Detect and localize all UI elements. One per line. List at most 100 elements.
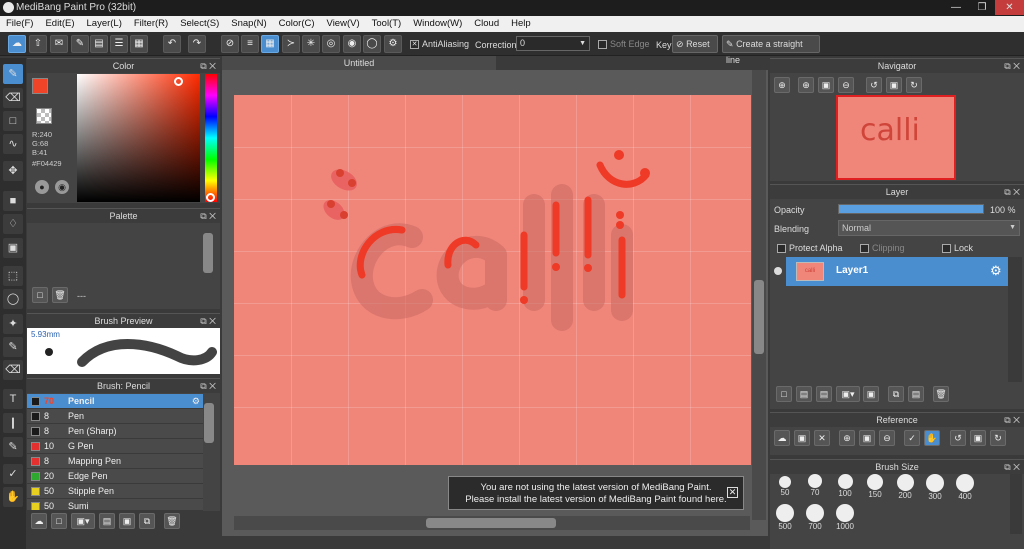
- reference-eyedropper-icon[interactable]: ✓: [904, 430, 920, 446]
- menu-tool[interactable]: Tool(T): [366, 16, 408, 29]
- eraser-tool-icon[interactable]: ⌫: [3, 88, 23, 108]
- brush-tool-icon[interactable]: ✎: [3, 64, 23, 84]
- reference-close-icon[interactable]: ✕: [814, 430, 830, 446]
- menu-color[interactable]: Color(C): [273, 16, 321, 29]
- add-brush-icon[interactable]: ▣▾: [71, 513, 95, 529]
- update-notice[interactable]: You are not using the latest version of …: [448, 476, 744, 510]
- new-layer-icon[interactable]: □: [776, 386, 792, 402]
- brush-size-option[interactable]: 200: [891, 474, 919, 500]
- layer-row[interactable]: calli Layer1 ⚙: [786, 257, 1008, 286]
- menu-snap[interactable]: Snap(N): [225, 16, 272, 29]
- menu-cloud[interactable]: Cloud: [468, 16, 505, 29]
- snap-off-icon[interactable]: ⊘: [221, 35, 239, 53]
- delete-layer-icon[interactable]: 🗑: [933, 386, 949, 402]
- snap-ellipse-icon[interactable]: ◉: [343, 35, 361, 53]
- panel-popout-icon[interactable]: ⧉ ✕: [1004, 185, 1020, 199]
- eyedropper-tool-icon[interactable]: ✓: [3, 464, 23, 484]
- primary-color-swatch[interactable]: [32, 78, 48, 94]
- brush-size-option[interactable]: 70: [801, 474, 829, 497]
- visibility-eye-icon[interactable]: [774, 267, 782, 275]
- magic-wand-tool-icon[interactable]: ✦: [3, 314, 23, 334]
- menu-edit[interactable]: Edit(E): [39, 16, 80, 29]
- clipping-checkbox[interactable]: Clipping: [860, 243, 905, 254]
- brush-folder-icon[interactable]: ▣: [119, 513, 135, 529]
- reference-rotate-left-icon[interactable]: ↺: [950, 430, 966, 446]
- select-pen-tool-icon[interactable]: ✎: [3, 337, 23, 357]
- panel-popout-icon[interactable]: ⧉ ✕: [1004, 413, 1020, 427]
- duplicate-brush-icon[interactable]: ⧉: [139, 513, 155, 529]
- brush-list-scrollbar[interactable]: [204, 403, 214, 443]
- gradient-tool-icon[interactable]: ▣: [3, 238, 23, 258]
- brush-size-option[interactable]: 150: [861, 474, 889, 499]
- brush-size-option[interactable]: 100: [831, 474, 859, 498]
- divide-tool-icon[interactable]: ❙: [3, 413, 23, 433]
- minimize-button[interactable]: —: [943, 0, 969, 15]
- rotate-left-icon[interactable]: ↺: [866, 77, 882, 93]
- snap-parallel-icon[interactable]: ≡: [241, 35, 259, 53]
- close-icon[interactable]: ✕: [727, 487, 738, 498]
- brush-row[interactable]: 10 G Pen: [27, 439, 203, 454]
- brush-size-option[interactable]: 300: [921, 474, 949, 501]
- list-icon[interactable]: ☰: [110, 35, 128, 53]
- snap-circle-icon[interactable]: ◎: [322, 35, 340, 53]
- brush-cloud-icon[interactable]: ☁: [31, 513, 47, 529]
- delete-brush-icon[interactable]: 🗑: [164, 513, 180, 529]
- menu-view[interactable]: View(V): [321, 16, 366, 29]
- panel-popout-icon[interactable]: ⧉ ✕: [1004, 59, 1020, 73]
- palette-scrollbar[interactable]: [203, 233, 213, 273]
- add-layer-menu-icon[interactable]: ▣▾: [836, 386, 860, 402]
- panel-popout-icon[interactable]: ⧉ ✕: [1004, 460, 1020, 474]
- secondary-color-swatch[interactable]: [36, 108, 52, 124]
- close-button[interactable]: ✕: [995, 0, 1024, 15]
- brush-size-scrollbar[interactable]: [1010, 474, 1022, 534]
- menu-filter[interactable]: Filter(R): [128, 16, 174, 29]
- brush-document-icon[interactable]: ▤: [99, 513, 115, 529]
- brush-size-option[interactable]: 400: [951, 474, 979, 501]
- reference-rotate-right-icon[interactable]: ↻: [990, 430, 1006, 446]
- reset-view-icon[interactable]: ▣: [886, 77, 902, 93]
- select-rect-tool-icon[interactable]: ⬚: [3, 266, 23, 286]
- reference-reset-icon[interactable]: ▣: [970, 430, 986, 446]
- brush-row[interactable]: 50 Sumi: [27, 499, 203, 511]
- straight-line-button[interactable]: ✎ Create a straight line: [722, 35, 820, 65]
- zoom-in-icon[interactable]: ⊕: [798, 77, 814, 93]
- canvas-vertical-scrollbar[interactable]: [752, 70, 766, 520]
- canvas[interactable]: calli: [234, 95, 751, 465]
- reference-zoom-out-icon[interactable]: ⊖: [879, 430, 895, 446]
- reference-hand-icon[interactable]: ✋: [924, 430, 940, 446]
- menu-file[interactable]: File(F): [0, 16, 39, 29]
- hand-tool-icon[interactable]: ✋: [3, 487, 23, 507]
- reference-cloud-icon[interactable]: ☁: [774, 430, 790, 446]
- soft-edge-checkbox[interactable]: Soft Edge: [598, 39, 650, 50]
- snap-settings-icon[interactable]: ⚙: [384, 35, 402, 53]
- restore-button[interactable]: ❐: [969, 0, 995, 15]
- brush-size-option[interactable]: 50: [771, 474, 799, 497]
- brush-row[interactable]: 20 Edge Pen: [27, 469, 203, 484]
- upload-icon[interactable]: ⇧: [29, 35, 47, 53]
- text-tool-icon[interactable]: T: [3, 389, 23, 409]
- menu-help[interactable]: Help: [505, 16, 537, 29]
- snap-radial-icon[interactable]: ✳: [302, 35, 320, 53]
- panel-popout-icon[interactable]: ⧉ ✕: [200, 314, 216, 328]
- navigator-preview[interactable]: calli: [836, 95, 956, 180]
- zoom-out-icon[interactable]: ⊖: [838, 77, 854, 93]
- new-palette-icon[interactable]: □: [32, 287, 48, 303]
- chat-icon[interactable]: ✎: [71, 35, 89, 53]
- horizontal-scroll-thumb[interactable]: [426, 518, 556, 528]
- new-8bit-layer-icon[interactable]: ▤: [816, 386, 832, 402]
- new-halftone-layer-icon[interactable]: ▤: [796, 386, 812, 402]
- reset-button[interactable]: ⊘ Reset: [672, 35, 718, 53]
- menu-select[interactable]: Select(S): [174, 16, 225, 29]
- layer-list-scrollbar[interactable]: [1008, 257, 1022, 382]
- menu-layer[interactable]: Layer(L): [81, 16, 128, 29]
- shape-tool-icon[interactable]: □: [3, 111, 23, 131]
- bucket-tool-icon[interactable]: ♢: [3, 214, 23, 234]
- opacity-slider[interactable]: [838, 204, 984, 214]
- move-tool-icon[interactable]: ✥: [3, 161, 23, 181]
- gear-icon[interactable]: ⚙: [192, 394, 200, 408]
- menu-window[interactable]: Window(W): [407, 16, 468, 29]
- panel-popout-icon[interactable]: ⧉ ✕: [200, 209, 216, 223]
- merge-layer-icon[interactable]: ▤: [908, 386, 924, 402]
- cloud-icon[interactable]: ☁: [8, 35, 26, 53]
- reference-fit-icon[interactable]: ▣: [859, 430, 875, 446]
